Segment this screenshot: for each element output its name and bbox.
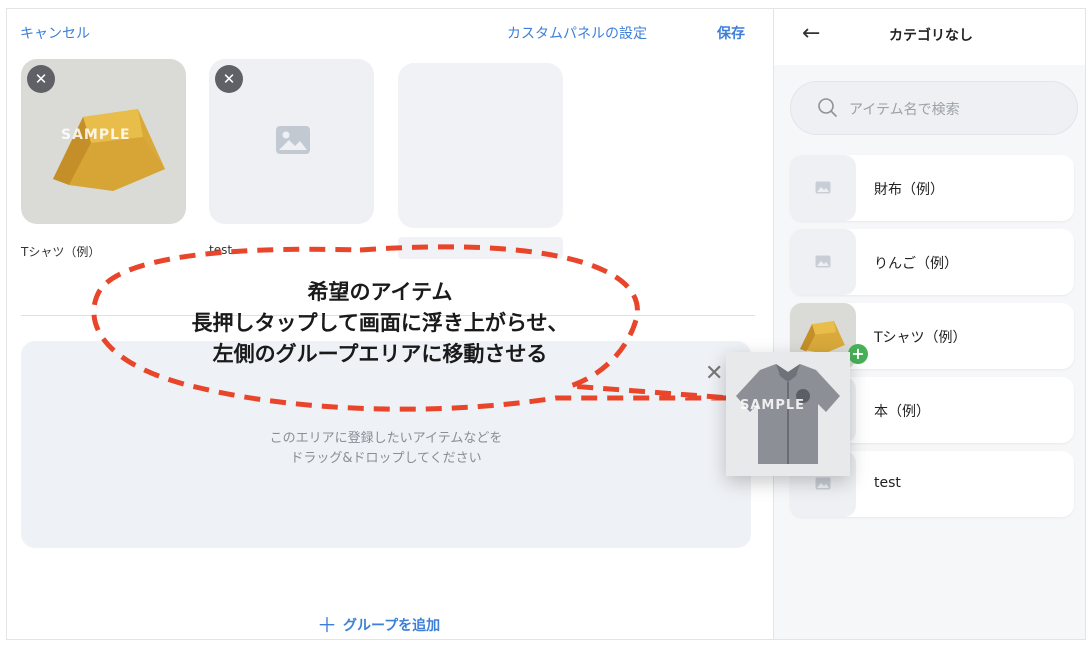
drop-hint-line1: このエリアに登録したいアイテムなどを [269, 431, 503, 446]
gray-shirt-image [736, 364, 840, 464]
list-item[interactable]: 財布（例） [790, 155, 1074, 221]
image-placeholder-icon [815, 181, 831, 194]
cancel-button[interactable]: キャンセル [20, 23, 90, 43]
item-name: Tシャツ（例） [874, 330, 967, 346]
custom-panel-settings-button[interactable]: カスタムパネルの設定 [507, 23, 647, 43]
item-thumbnail [790, 229, 856, 295]
plus-icon: ＋ [317, 613, 337, 637]
annotation-line3: 左側のグループエリアに移動させる [212, 342, 548, 366]
search-icon [818, 98, 837, 117]
item-name: test [874, 475, 901, 491]
empty-tile-label-slot [398, 237, 563, 259]
add-group-button[interactable]: ＋ グループを追加 [317, 609, 440, 638]
empty-tile-slot [398, 63, 563, 228]
item-name: りんご（例） [874, 256, 958, 272]
category-item-panel: ← カテゴリなし アイテム名で検索 財布（例） りんご（例） Tシャツ（例） 本… [773, 9, 1085, 639]
category-header: ← カテゴリなし [774, 9, 1085, 65]
item-tile-test[interactable]: ✕ [209, 59, 374, 224]
annotation-line1: 希望のアイテム [307, 280, 453, 304]
yellow-bag-image [800, 321, 845, 354]
image-placeholder-icon [815, 477, 831, 490]
add-plus-badge-icon: + [848, 344, 868, 364]
search-input[interactable]: アイテム名で検索 [790, 81, 1078, 135]
group-drop-area[interactable]: ✕ このエリアに登録したいアイテムなどを ドラッグ&ドロップしてください [21, 341, 751, 548]
remove-tile-button[interactable]: ✕ [215, 65, 243, 93]
category-title: カテゴリなし [889, 28, 973, 44]
add-group-label: グループを追加 [343, 618, 441, 634]
item-thumbnail [790, 155, 856, 221]
annotation-line2: 長押しタップして画面に浮き上がらせ、 [191, 311, 569, 335]
image-placeholder-icon [815, 255, 831, 268]
sample-watermark: SAMPLE [61, 127, 131, 143]
yellow-bag-image [53, 109, 165, 191]
sample-watermark: SAMPLE [740, 398, 806, 413]
save-button[interactable]: 保存 [717, 23, 745, 43]
tile-label: test [209, 243, 233, 257]
top-bar: キャンセル カスタムパネルの設定 保存 [7, 9, 773, 55]
item-name: 財布（例） [874, 182, 944, 198]
dragged-item-ghost[interactable]: SAMPLE [726, 352, 850, 476]
item-tile-tshirt[interactable]: SAMPLE ✕ [21, 59, 186, 224]
search-placeholder: アイテム名で検索 [849, 102, 960, 118]
tile-label: Tシャツ（例） [21, 245, 101, 259]
remove-tile-button[interactable]: ✕ [27, 65, 55, 93]
item-name: 本（例） [874, 404, 930, 420]
drop-hint-line2: ドラッグ&ドロップしてください [290, 451, 482, 466]
list-item[interactable]: りんご（例） [790, 229, 1074, 295]
image-placeholder-icon [276, 126, 310, 154]
